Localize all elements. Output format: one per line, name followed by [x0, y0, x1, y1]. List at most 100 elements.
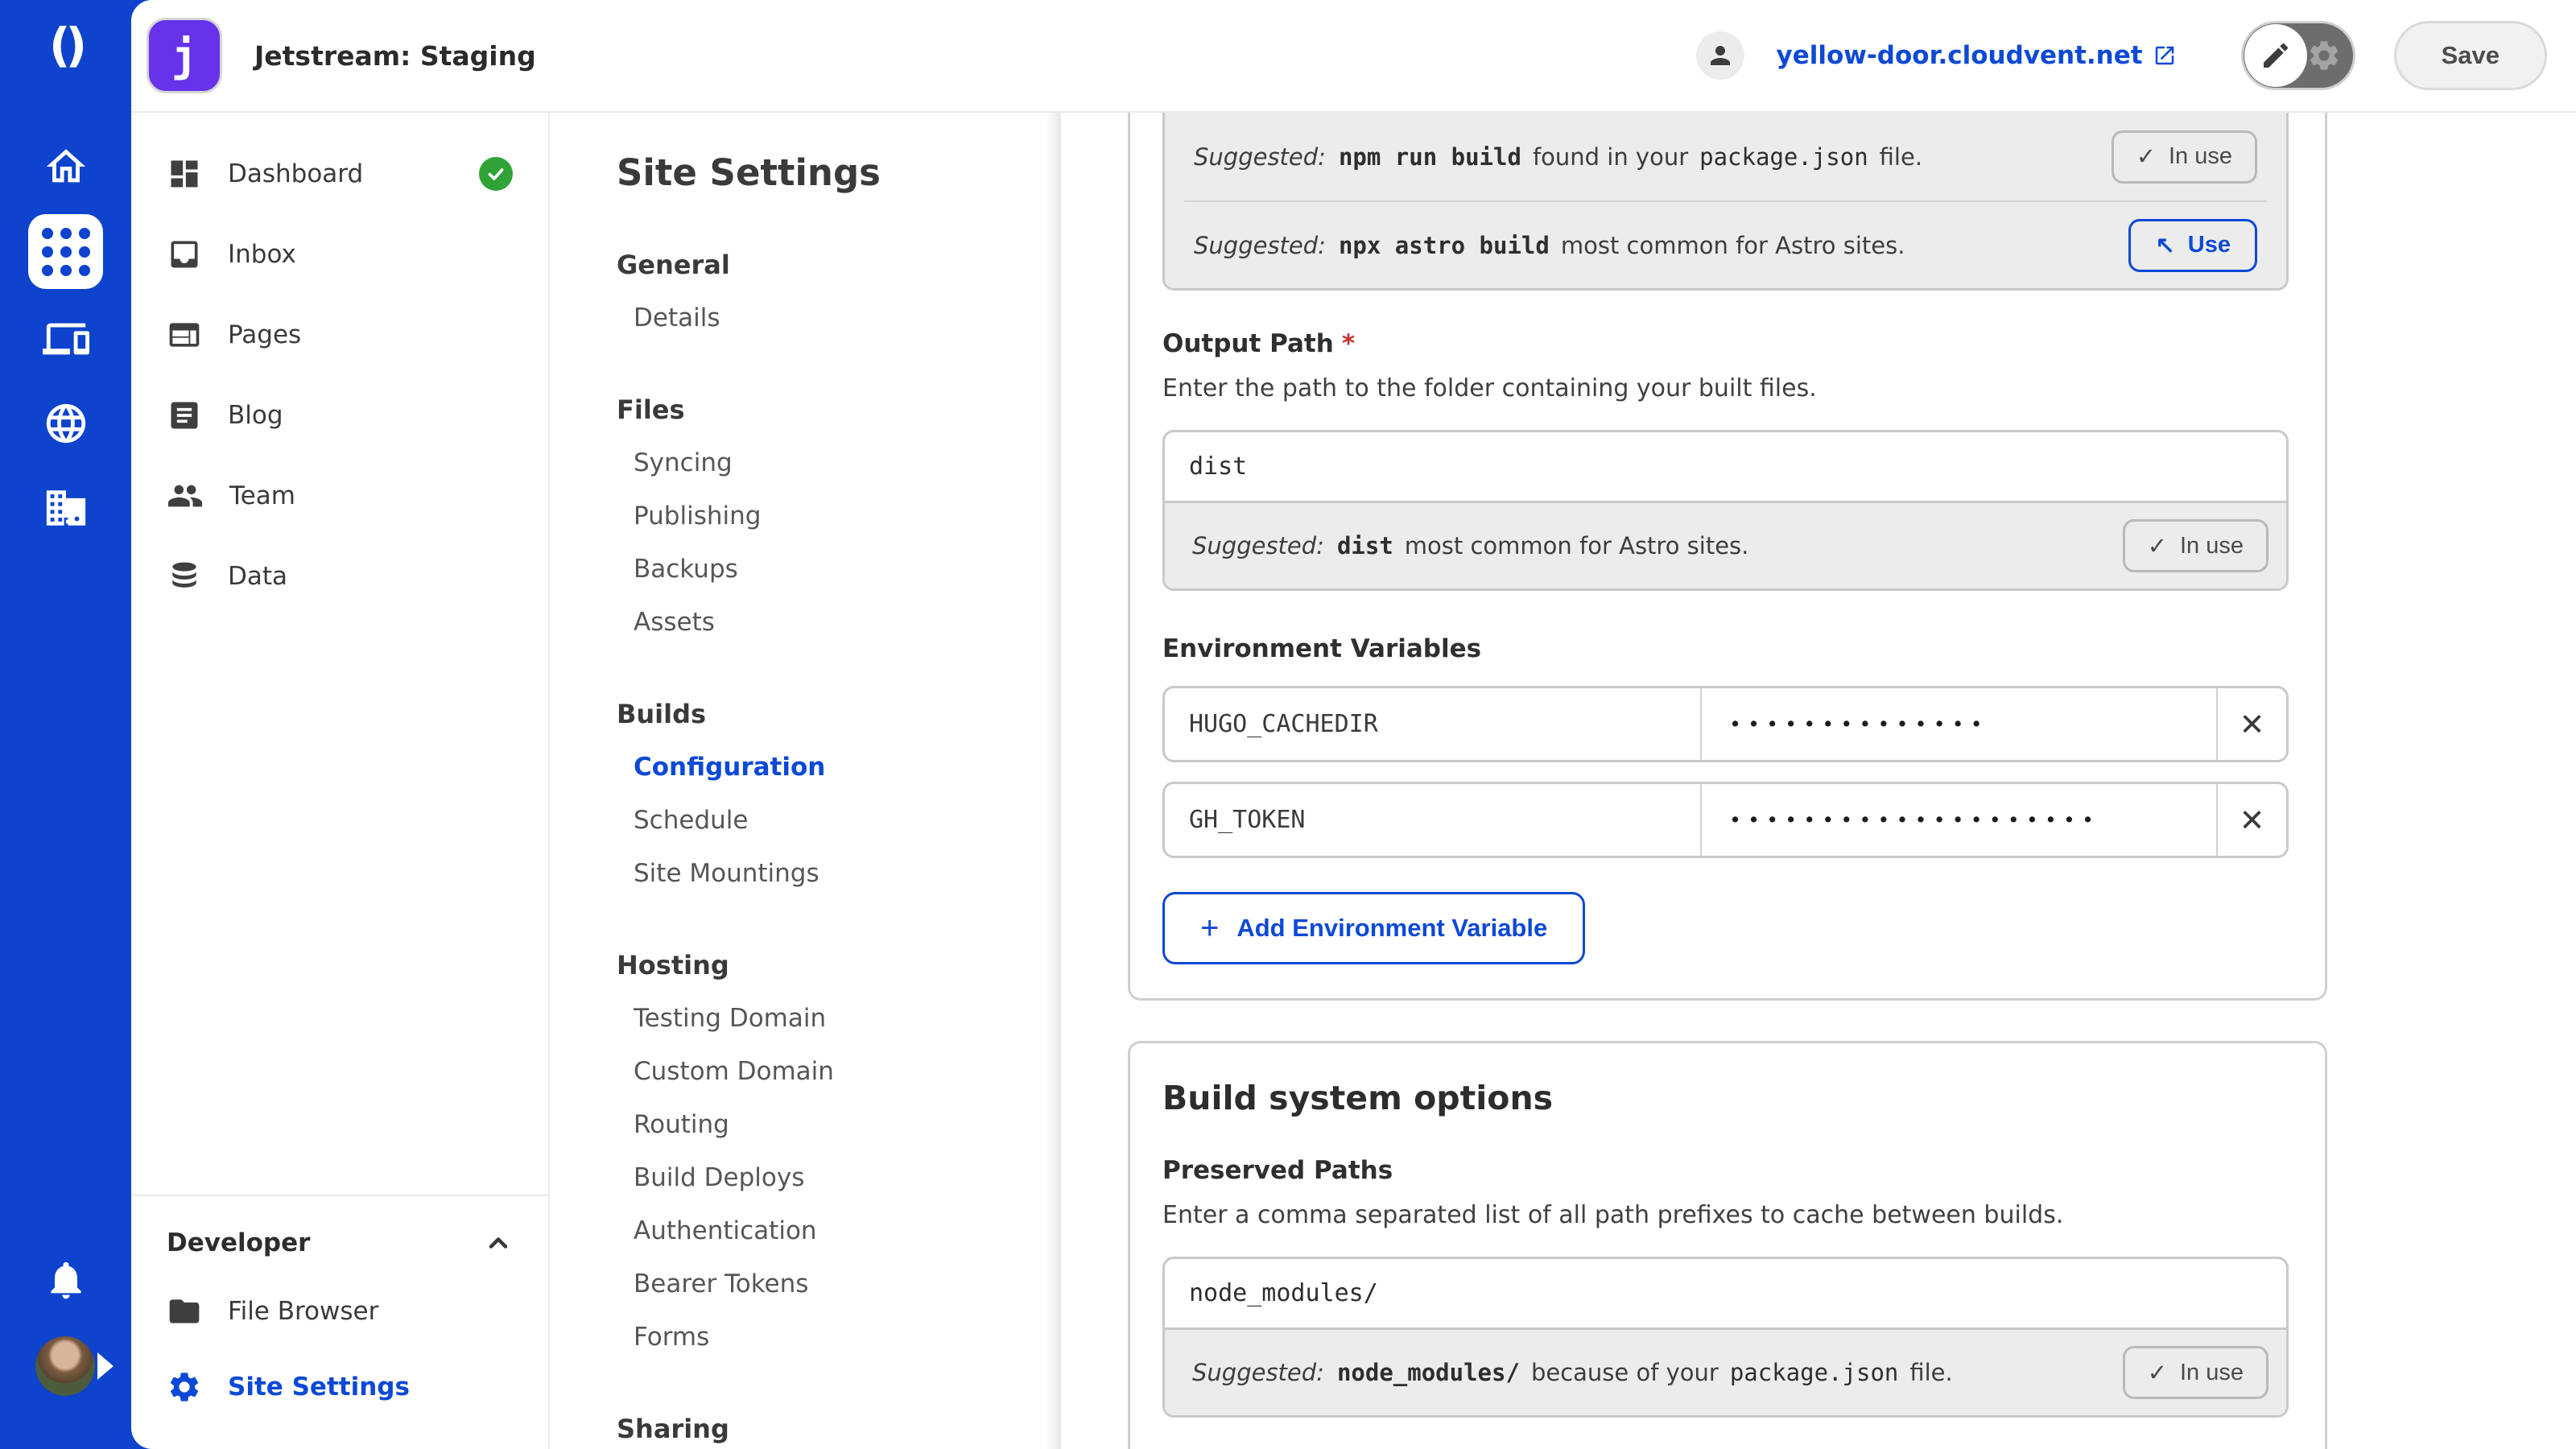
sidebar-item-blog[interactable]: Blog — [131, 375, 548, 456]
preserved-paths-input[interactable]: node_modules/ — [1165, 1259, 2286, 1327]
in-use-button[interactable]: ✓ In use — [2123, 519, 2268, 572]
edit-settings-mode-toggle[interactable] — [2241, 21, 2355, 90]
globe-icon[interactable] — [0, 400, 131, 447]
env-vars-label: Environment Variables — [1162, 634, 2289, 663]
add-env-var-label: Add Environment Variable — [1236, 914, 1547, 943]
page-title: Site Settings — [617, 147, 1061, 200]
in-use-label: In use — [2180, 533, 2244, 559]
output-path-suggestion: Suggested: dist most common for Astro si… — [1165, 501, 2286, 588]
organization-icon[interactable] — [0, 485, 131, 531]
env-var-value-input[interactable]: •••••••••••••••••••• — [1700, 784, 2216, 856]
close-icon: ✕ — [2240, 707, 2265, 742]
env-var-name-input[interactable]: HUGO_CACHEDIR — [1165, 688, 1700, 760]
preserved-paths-field: node_modules/ Suggested: node_modules/ b… — [1162, 1257, 2289, 1418]
nav-item-site-mountings[interactable]: Site Mountings — [617, 847, 1061, 900]
nav-item-schedule[interactable]: Schedule — [617, 794, 1061, 847]
suggestion-suffix: file. — [1880, 143, 1922, 171]
nav-item-assets[interactable]: Assets — [617, 596, 1061, 649]
bell-icon[interactable] — [0, 1257, 131, 1302]
data-icon — [167, 559, 202, 594]
use-label: Use — [2188, 232, 2231, 258]
build-command-suggestions: Suggested: npm run build found in your p… — [1162, 113, 2289, 291]
suggested-label: Suggested: — [1192, 532, 1324, 559]
close-icon: ✕ — [2240, 803, 2265, 838]
user-avatar[interactable] — [35, 1336, 95, 1396]
suggested-command: npm run build — [1339, 143, 1521, 171]
main-panel: Suggested: npm run build found in your p… — [1061, 113, 2576, 1449]
nav-item-routing[interactable]: Routing — [617, 1098, 1061, 1151]
check-icon: ✓ — [2136, 142, 2156, 171]
synced-check-badge — [479, 157, 513, 191]
check-icon: ✓ — [2148, 1359, 2167, 1387]
suggested-label: Suggested: — [1194, 143, 1326, 171]
sidebar-item-file-browser[interactable]: File Browser — [167, 1274, 513, 1349]
nav-group-sharing: Sharing — [617, 1402, 1061, 1449]
card-title: Build system options — [1162, 1079, 2289, 1117]
env-var-row: HUGO_CACHEDIR •••••••••••••• ✕ — [1162, 686, 2289, 762]
apps-grid-icon[interactable] — [28, 214, 103, 289]
suggestion-file: package.json — [1699, 143, 1868, 171]
sidebar-item-site-settings[interactable]: Site Settings — [167, 1349, 513, 1425]
dashboard-icon — [167, 156, 202, 192]
developer-section: Developer File Browser Site Settings — [131, 1195, 548, 1449]
nav-group-general: General — [617, 238, 1061, 291]
devices-icon[interactable] — [0, 316, 131, 362]
remove-env-var-button[interactable]: ✕ — [2216, 784, 2286, 856]
nav-group-hosting: Hosting — [617, 939, 1061, 992]
cloudcannon-logo-icon: () — [0, 18, 131, 72]
suggested-value: node_modules/ — [1337, 1359, 1520, 1386]
suggested-command: npx astro build — [1339, 232, 1550, 259]
save-button[interactable]: Save — [2394, 21, 2547, 90]
blog-icon — [167, 398, 202, 433]
sidebar-item-pages[interactable]: Pages — [131, 295, 548, 375]
person-icon[interactable] — [1696, 31, 1744, 80]
nav-item-details[interactable]: Details — [617, 291, 1061, 345]
in-use-button[interactable]: ✓ In use — [2112, 130, 2257, 184]
live-site-link[interactable]: yellow-door.cloudvent.net — [1777, 41, 2177, 70]
avatar-expand-arrow-icon[interactable] — [97, 1352, 114, 1380]
suggestion-text: found in your — [1533, 143, 1688, 171]
nav-group-files: Files — [617, 383, 1061, 436]
preserved-paths-description: Enter a comma separated list of all path… — [1162, 1201, 2289, 1229]
site-initial-tile: j — [147, 18, 222, 93]
sidebar-item-data[interactable]: Data — [131, 536, 548, 617]
output-path-input[interactable]: dist — [1165, 432, 2286, 501]
sidebar-item-dashboard[interactable]: Dashboard — [131, 134, 548, 214]
in-use-button[interactable]: ✓ In use — [2123, 1346, 2268, 1399]
field-label-text: Output Path — [1162, 329, 1334, 358]
remove-env-var-button[interactable]: ✕ — [2216, 688, 2286, 760]
nav-item-bearer-tokens[interactable]: Bearer Tokens — [617, 1257, 1061, 1311]
sidebar-item-inbox[interactable]: Inbox — [131, 214, 548, 295]
developer-section-header[interactable]: Developer — [167, 1212, 513, 1274]
suggestion-suffix: file. — [1909, 1359, 1952, 1386]
external-link-icon — [2153, 43, 2177, 68]
nav-item-authentication[interactable]: Authentication — [617, 1204, 1061, 1257]
output-path-description: Enter the path to the folder containing … — [1162, 374, 2289, 402]
use-arrow-icon: ↖ — [2155, 231, 2174, 259]
sidebar-item-team[interactable]: Team — [131, 456, 548, 536]
home-icon[interactable] — [0, 143, 131, 190]
nav-item-build-deploys[interactable]: Build Deploys — [617, 1151, 1061, 1204]
plus-icon: + — [1200, 912, 1219, 944]
nav-item-syncing[interactable]: Syncing — [617, 436, 1061, 489]
suggestion-file: package.json — [1730, 1359, 1899, 1386]
sidebar-item-label: Inbox — [228, 240, 296, 269]
preserved-paths-label: Preserved Paths — [1162, 1156, 2289, 1185]
add-env-var-button[interactable]: + Add Environment Variable — [1162, 892, 1585, 964]
env-var-name-input[interactable]: GH_TOKEN — [1165, 784, 1700, 856]
env-var-row: GH_TOKEN •••••••••••••••••••• ✕ — [1162, 782, 2289, 858]
nav-item-forms[interactable]: Forms — [617, 1311, 1061, 1364]
nav-item-configuration[interactable]: Configuration — [617, 741, 1061, 794]
suggested-label: Suggested: — [1192, 1359, 1324, 1386]
nav-item-publishing[interactable]: Publishing — [617, 489, 1061, 543]
required-asterisk: * — [1342, 329, 1355, 358]
nav-item-custom-domain[interactable]: Custom Domain — [617, 1045, 1061, 1098]
nav-item-testing-domain[interactable]: Testing Domain — [617, 992, 1061, 1045]
use-button[interactable]: ↖ Use — [2128, 219, 2257, 272]
preserved-paths-suggestion: Suggested: node_modules/ because of your… — [1165, 1327, 2286, 1415]
app-rail: () — [0, 0, 131, 1449]
env-var-value-input[interactable]: •••••••••••••• — [1700, 688, 2216, 760]
suggestion-text: most common for Astro sites. — [1561, 232, 1905, 259]
content-sheet: j Jetstream: Staging yellow-door.cloudve… — [131, 0, 2576, 1449]
nav-item-backups[interactable]: Backups — [617, 543, 1061, 596]
